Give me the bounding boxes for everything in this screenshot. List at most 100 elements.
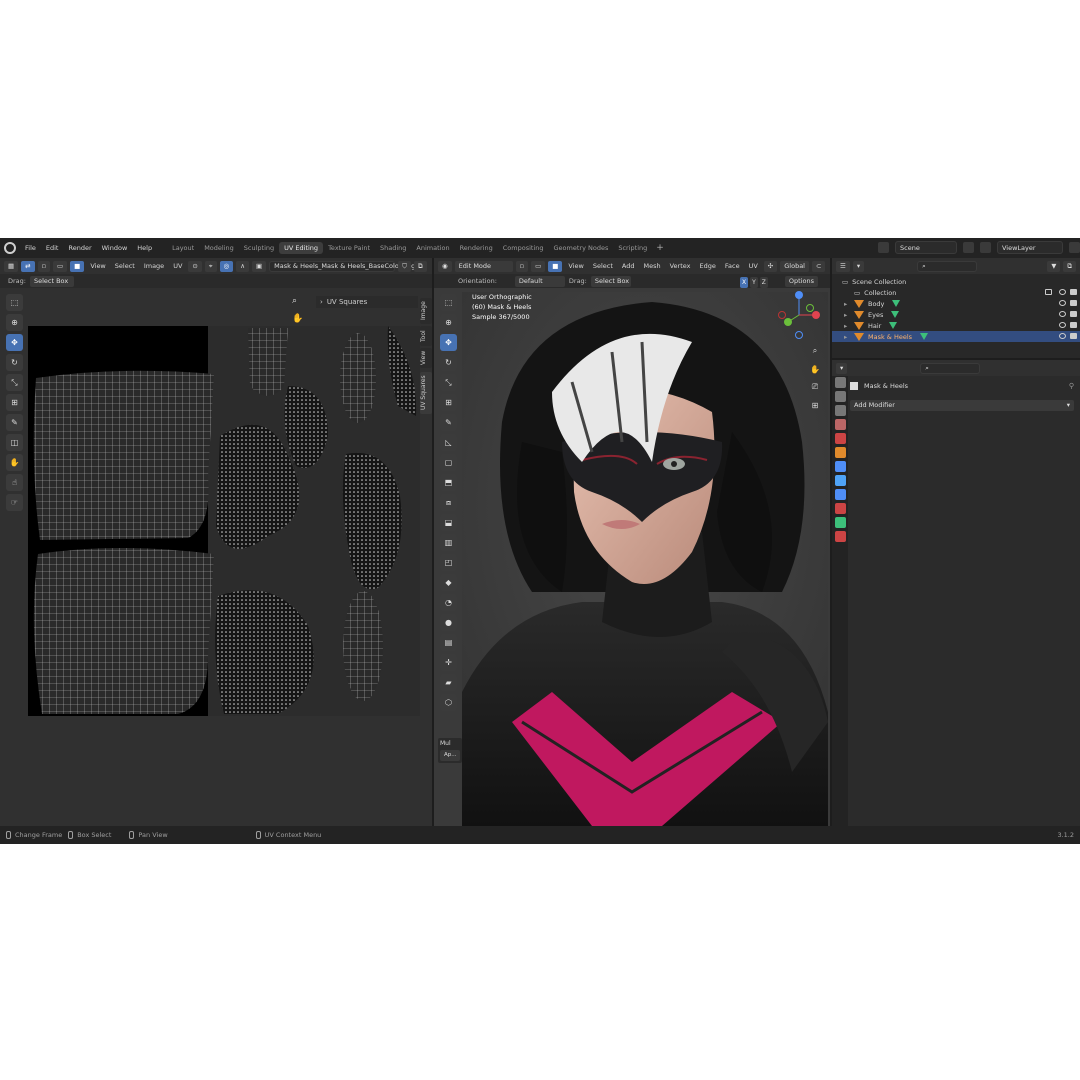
new-collection-icon[interactable]: ⧉ [1063,260,1076,272]
uv-texture-canvas[interactable] [28,326,420,716]
outliner-object-mask-heels[interactable]: ▸ Mask & Heels [832,331,1080,342]
bevel-tool-icon[interactable]: ⬓ [440,514,457,531]
uv-menu-view[interactable]: View [87,262,108,270]
fake-user-icon[interactable]: ⛉ [398,260,411,272]
object-tab-icon[interactable] [835,447,846,458]
annotate-tool-icon[interactable]: ✎ [6,414,23,431]
vp-scale-tool-icon[interactable]: ⤡ [440,374,457,391]
outliner-search-input[interactable]: ⌕ [917,260,978,272]
vp-menu-uv[interactable]: UV [746,262,761,270]
data-tab-icon[interactable] [835,517,846,528]
transform-orientation-select[interactable]: Global [780,260,809,272]
select-mode-edge-icon[interactable]: ▭ [53,260,68,272]
orientation-select[interactable]: Default [514,275,565,287]
uv-drag-select[interactable]: Select Box [29,275,74,287]
options-dropdown[interactable]: Options [784,275,818,287]
rendered-view[interactable] [462,292,828,826]
properties-search-input[interactable]: ⌕ [920,362,981,374]
tab-layout[interactable]: Layout [167,242,199,254]
tab-texture-paint[interactable]: Texture Paint [323,242,375,254]
physics-tab-icon[interactable] [835,489,846,500]
outliner-object-body[interactable]: ▸ Body [832,298,1080,309]
menu-help[interactable]: Help [132,238,157,258]
vp-move-tool-icon[interactable]: ✥ [440,334,457,351]
particles-tab-icon[interactable] [835,475,846,486]
shear-tool-icon[interactable]: ▰ [440,674,457,691]
pivot-icon[interactable]: ⊙ [188,260,202,272]
add-modifier-dropdown[interactable]: Add Modifier ▾ [850,400,1074,411]
select-box-tool-icon[interactable]: ⬚ [6,294,23,311]
view-layer-icon[interactable] [980,242,991,253]
navigation-gizmo[interactable] [774,290,824,340]
vp-drag-select[interactable]: Select Box [590,275,631,287]
smooth-tool-icon[interactable]: ● [440,614,457,631]
edge-select-icon[interactable]: ▭ [531,260,546,272]
sidetab-uv-squares[interactable]: UV Squares [420,372,432,414]
image-browse-icon[interactable]: ▣ [251,260,267,272]
sync-selection-icon[interactable]: ⇄ [21,260,35,272]
sidetab-tool[interactable]: Tool [420,326,432,346]
sidetab-image[interactable]: Image [420,298,432,324]
face-select-icon[interactable]: ■ [548,260,563,272]
vp-menu-select[interactable]: Select [590,262,616,270]
rip-region-tool-icon[interactable]: ⬡ [440,694,457,711]
properties-editor-type-icon[interactable]: ▾ [836,362,848,374]
transform-tool-icon[interactable]: ⊞ [6,394,23,411]
vp-transform-tool-icon[interactable]: ⊞ [440,394,457,411]
extrude-tool-icon[interactable]: ⬒ [440,474,457,491]
pin-icon[interactable]: ⚲ [1069,382,1074,390]
tab-modeling[interactable]: Modeling [199,242,239,254]
shrink-tool-icon[interactable]: ✛ [440,654,457,671]
vp-measure-tool-icon[interactable]: ◺ [440,434,457,451]
sidetab-view[interactable]: View [420,348,432,368]
select-mode-vertex-icon[interactable]: ▫ [37,260,51,272]
scene-tab-icon[interactable] [835,419,846,430]
tab-compositing[interactable]: Compositing [498,242,549,254]
vp-ortho-grid-icon[interactable]: ⊞ [808,398,822,412]
vp-camera-icon[interactable]: ⎚ [808,380,822,394]
exclude-checkbox[interactable] [1045,289,1052,295]
last-operator-panel[interactable]: Mul Ap... [438,738,462,763]
view-layer-tab-icon[interactable] [835,405,846,416]
uv-menu-image[interactable]: Image [141,262,167,270]
outliner-editor-type-icon[interactable]: ☰ [836,260,850,272]
mirror-x-toggle[interactable]: X [740,277,749,288]
new-scene-icon[interactable] [963,242,974,253]
new-image-icon[interactable]: ⧉ [414,260,427,272]
world-tab-icon[interactable] [835,433,846,444]
filter-icon[interactable]: ▼ [1047,260,1061,272]
body-render-icon[interactable] [1070,300,1077,306]
edge-slide-tool-icon[interactable]: ▤ [440,634,457,651]
uv-menu-select[interactable]: Select [112,262,138,270]
vp-annotate-tool-icon[interactable]: ✎ [440,414,457,431]
transform-orientation-icon[interactable]: ✣ [763,260,778,272]
hair-visibility-icon[interactable] [1059,322,1066,328]
inset-tool-icon[interactable]: ⧈ [440,494,457,511]
vp-pan-icon[interactable]: ✋ [808,362,822,376]
vp-menu-edge[interactable]: Edge [697,262,719,270]
output-tab-icon[interactable] [835,391,846,402]
expand-arrow-icon[interactable]: ▸ [844,322,854,330]
vp-menu-face[interactable]: Face [722,262,743,270]
viewport-editor-type-icon[interactable]: ◉ [438,260,452,272]
vp-select-tool-icon[interactable]: ⬚ [440,294,457,311]
material-tab-icon[interactable] [835,531,846,542]
rip-tool-icon[interactable]: ◫ [6,434,23,451]
add-cube-tool-icon[interactable]: ▢ [440,454,457,471]
apply-operator-button[interactable]: Ap... [440,750,460,761]
body-visibility-icon[interactable] [1059,300,1066,306]
snap-icon[interactable]: ⌖ [204,260,217,272]
scale-tool-icon[interactable]: ⤡ [6,374,23,391]
mode-select[interactable]: Edit Mode [454,260,513,272]
mask-heels-render-icon[interactable] [1070,333,1077,339]
display-mode-icon[interactable]: ▾ [852,260,865,272]
modifier-tab-icon[interactable] [835,461,846,472]
tab-uv-editing[interactable]: UV Editing [279,242,324,254]
menu-edit[interactable]: Edit [41,238,64,258]
rotate-tool-icon[interactable]: ↻ [6,354,23,371]
vp-menu-add[interactable]: Add [619,262,638,270]
relax-tool-icon[interactable]: ☝ [6,474,23,491]
tab-geometry-nodes[interactable]: Geometry Nodes [549,242,614,254]
new-view-layer-icon[interactable] [1069,242,1080,253]
image-name-field[interactable]: Mask & Heels_Mask & Heels_BaseColor.png [269,260,415,272]
